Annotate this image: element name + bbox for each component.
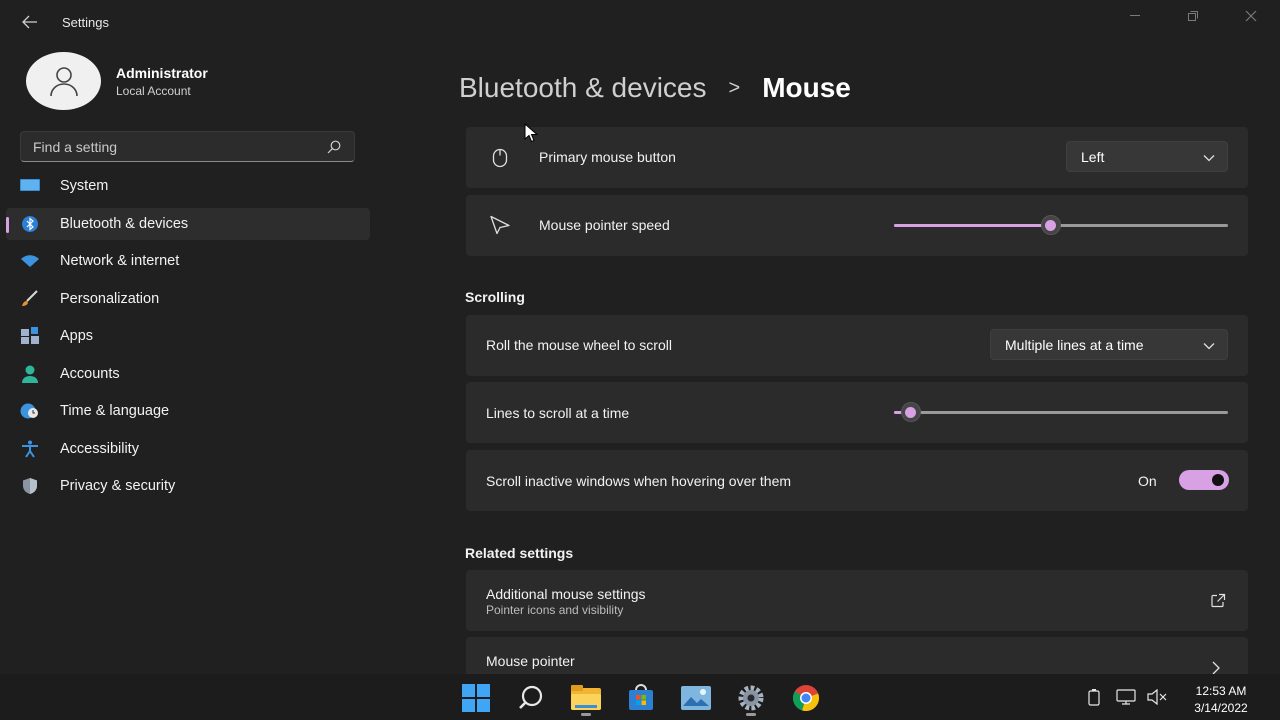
open-external-icon [1210,593,1226,614]
pointer-arrow-icon [488,213,512,237]
sidebar-item-label: Accessibility [60,440,139,457]
settings-gear-icon[interactable] [735,682,767,714]
chevron-down-icon [1203,149,1215,165]
primary-mouse-button-label: Primary mouse button [539,149,676,165]
back-arrow-icon[interactable] [14,8,46,36]
lines-to-scroll-slider[interactable] [894,402,1228,422]
taskbar: 12:53 AM 3/14/2022 [0,674,1280,720]
roll-wheel-card: Roll the mouse wheel to scroll Multiple … [466,315,1248,376]
globe-clock-icon [20,401,40,421]
mouse-cursor-icon [524,122,539,148]
system-monitor-icon [20,176,40,196]
additional-mouse-settings-card[interactable]: Additional mouse settings Pointer icons … [466,570,1248,631]
breadcrumb: Bluetooth & devices > Mouse [459,72,851,104]
dropdown-value: Multiple lines at a time [1005,336,1144,353]
toggle-knob [1212,474,1224,486]
avatar [26,52,101,110]
sidebar-item-label: Accounts [60,365,120,382]
file-explorer-icon[interactable] [570,682,602,714]
primary-mouse-button-dropdown[interactable]: Left [1066,141,1228,172]
related-settings-title: Related settings [465,545,574,561]
bluetooth-icon [20,214,40,234]
primary-mouse-button-card: Primary mouse button Left [466,127,1248,188]
sidebar-item-system[interactable]: System [6,170,370,202]
taskbar-clock[interactable]: 12:53 AM 3/14/2022 [1188,683,1254,717]
sidebar-item-personalization[interactable]: Personalization [6,283,370,315]
lines-to-scroll-card: Lines to scroll at a time [466,382,1248,443]
active-app-indicator [746,713,756,716]
additional-mouse-settings-label: Additional mouse settings [486,586,646,602]
clock-date: 3/14/2022 [1194,701,1248,715]
search-icon[interactable] [515,682,547,714]
person-icon [49,67,78,97]
active-app-indicator [581,713,591,716]
sidebar-item-privacy[interactable]: Privacy & security [6,470,370,502]
pointer-speed-card: Mouse pointer speed [466,195,1248,256]
chevron-down-icon [1203,337,1215,353]
accessibility-icon [20,439,40,459]
clock-time: 12:53 AM [1195,684,1247,698]
apps-icon [20,326,40,346]
breadcrumb-separator: > [728,76,741,99]
page-title: Mouse [762,72,851,103]
sidebar-item-label: Personalization [60,290,160,307]
sidebar-item-bluetooth[interactable]: Bluetooth & devices [6,207,370,240]
brush-icon [20,289,40,309]
sidebar-item-accessibility[interactable]: Accessibility [6,433,370,465]
sidebar-item-label: Apps [60,328,94,344]
pointer-speed-label: Mouse pointer speed [539,217,670,233]
sidebar-nav: System Bluetooth & devices Network & int… [6,170,370,508]
mouse-icon [488,146,512,170]
search-input[interactable] [33,138,326,155]
shield-icon [20,476,40,496]
minimize-icon[interactable] [1113,4,1159,28]
slider-fill [894,224,1051,227]
volume-muted-icon[interactable] [1146,686,1168,708]
sidebar-item-label: Bluetooth & devices [60,215,189,232]
slider-thumb[interactable] [1040,215,1061,235]
sidebar-item-network[interactable]: Network & internet [6,245,370,277]
sidebar-item-label: Privacy & security [60,478,176,494]
sidebar-item-accounts[interactable]: Accounts [6,358,370,390]
scrolling-section-title: Scrolling [465,289,525,305]
scroll-inactive-card: Scroll inactive windows when hovering ov… [466,450,1248,511]
breadcrumb-parent[interactable]: Bluetooth & devices [459,72,707,104]
lines-to-scroll-label: Lines to scroll at a time [486,405,630,421]
title-bar: Settings [0,0,1280,44]
photos-icon[interactable] [680,682,712,714]
maximize-icon[interactable] [1170,4,1216,28]
sidebar-item-apps[interactable]: Apps [6,320,370,352]
user-profile[interactable]: Administrator Local Account [26,52,208,110]
sidebar-item-label: System [60,178,109,194]
mouse-pointer-card[interactable]: Mouse pointer [466,637,1248,677]
additional-mouse-settings-sub: Pointer icons and visibility [486,603,624,617]
battery-icon[interactable] [1083,686,1105,708]
close-icon[interactable] [1228,4,1274,28]
pointer-speed-slider[interactable] [894,215,1228,235]
chrome-icon[interactable] [790,682,822,714]
dropdown-value: Left [1081,148,1105,165]
slider-track [894,411,1228,414]
profile-name: Administrator [116,64,208,81]
profile-account-type: Local Account [116,83,191,98]
slider-thumb[interactable] [900,402,921,422]
sidebar-item-label: Network & internet [60,253,180,269]
roll-wheel-dropdown[interactable]: Multiple lines at a time [990,329,1228,360]
wifi-icon [20,251,40,271]
scroll-inactive-toggle[interactable] [1179,470,1229,490]
mouse-pointer-label: Mouse pointer [486,653,575,669]
scroll-inactive-label: Scroll inactive windows when hovering ov… [486,473,792,489]
network-icon[interactable] [1115,686,1137,708]
app-title: Settings [62,15,109,30]
accounts-icon [20,364,40,384]
toggle-state-label: On [1138,473,1157,489]
roll-wheel-label: Roll the mouse wheel to scroll [486,337,672,353]
sidebar-item-time-language[interactable]: Time & language [6,395,370,427]
search-box[interactable] [20,131,355,162]
store-icon[interactable] [625,682,657,714]
sidebar-item-label: Time & language [60,403,170,419]
search-icon[interactable] [326,139,342,155]
start-icon[interactable] [460,682,492,714]
